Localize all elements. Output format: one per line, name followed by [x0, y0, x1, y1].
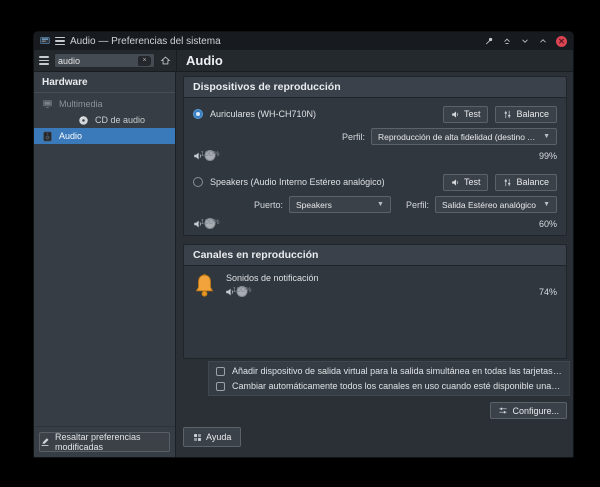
help-button[interactable]: Ayuda: [183, 427, 241, 447]
test-label: Test: [464, 109, 481, 119]
speaker-icon: [451, 178, 460, 187]
speaker-icon: [451, 110, 460, 119]
port-value: Speakers: [296, 200, 332, 210]
sidebar-item-multimedia[interactable]: Multimedia: [34, 96, 175, 112]
profile-select[interactable]: Salida Estéreo analógico ▼: [435, 196, 557, 213]
auto-switch-checkbox[interactable]: [216, 382, 225, 391]
profile-select[interactable]: Reproducción de alta fidelidad (destino …: [371, 128, 557, 145]
search-box[interactable]: ×: [54, 53, 155, 68]
chevron-down-icon: ▼: [377, 201, 384, 208]
toolbar-left: ×: [34, 50, 176, 71]
port-select[interactable]: Speakers ▼: [289, 196, 391, 213]
sidebar-item-label: CD de audio: [95, 115, 145, 125]
balance-button[interactable]: Balance: [495, 106, 557, 123]
add-virtual-device-option[interactable]: Añadir dispositivo de salida virtual par…: [216, 366, 562, 376]
volume-tick: 100%: [200, 217, 219, 226]
configure-label: Configure...: [512, 406, 559, 416]
profile-label: Perfil:: [342, 132, 365, 142]
playback-devices-section: Dispositivos de reproducción Auriculares…: [183, 76, 567, 236]
home-button[interactable]: [160, 55, 171, 66]
system-settings-window: Audio — Preferencias del sistema ✕ ×: [33, 31, 574, 458]
sidebar: Hardware Multimedia CD de audio: [34, 72, 176, 457]
volume-value: 60%: [533, 219, 557, 229]
sidebar-item-label: Multimedia: [59, 99, 103, 109]
minimize-button[interactable]: [520, 36, 530, 46]
main-content: Dispositivos de reproducción Auriculares…: [176, 72, 573, 457]
balance-label: Balance: [516, 177, 549, 187]
window-menu-icon[interactable]: [55, 37, 65, 46]
notification-bell-icon: [193, 273, 217, 300]
add-virtual-device-checkbox[interactable]: [216, 367, 225, 376]
test-button[interactable]: Test: [443, 106, 489, 123]
app-icon: [40, 36, 50, 46]
menu-button[interactable]: [39, 56, 49, 65]
volume-tick: 100%: [200, 149, 219, 158]
balance-sliders-icon: [503, 178, 512, 187]
close-button[interactable]: ✕: [556, 36, 567, 47]
cd-icon: [78, 115, 89, 126]
balance-button[interactable]: Balance: [495, 174, 557, 191]
highlight-modified-button[interactable]: Resaltar preferencias modificadas: [39, 432, 170, 452]
add-virtual-device-label: Añadir dispositivo de salida virtual par…: [232, 366, 562, 376]
channel-label: Sonidos de notificación: [226, 273, 557, 283]
playback-channels-section: Canales en reproducción Sonidos de notif…: [183, 244, 567, 359]
profile-value: Reproducción de alta fidelidad (destino …: [378, 132, 538, 142]
window-controls: ✕: [484, 36, 567, 47]
radio-speakers[interactable]: [193, 177, 203, 187]
device-name: Auriculares (WH-CH710N): [210, 109, 316, 119]
sidebar-item-audio[interactable]: Audio: [34, 128, 175, 144]
playback-channels-title: Canales en reproducción: [184, 245, 566, 266]
toolbar: × Audio: [34, 50, 573, 72]
radio-auriculares[interactable]: [193, 109, 203, 119]
page-title: Audio: [176, 50, 573, 71]
help-grid-icon: [193, 433, 202, 442]
auto-switch-option[interactable]: Cambiar automáticamente todos los canale…: [216, 381, 562, 391]
balance-sliders-icon: [503, 110, 512, 119]
window-title: Audio — Preferencias del sistema: [70, 36, 221, 47]
sidebar-item-cd-audio[interactable]: CD de audio: [34, 112, 175, 128]
titlebar[interactable]: Audio — Preferencias del sistema ✕: [34, 32, 573, 50]
sidebar-section-hardware: Hardware: [34, 72, 175, 93]
keep-above-icon[interactable]: [502, 36, 512, 46]
volume-value: 74%: [533, 287, 557, 297]
profile-label: Perfil:: [406, 200, 429, 210]
highlight-modified-label: Resaltar preferencias modificadas: [55, 432, 169, 452]
playback-devices-title: Dispositivos de reproducción: [184, 77, 566, 98]
maximize-button[interactable]: [538, 36, 548, 46]
chevron-down-icon: ▼: [543, 133, 550, 140]
speaker-box-icon: [42, 131, 53, 142]
search-input[interactable]: [58, 56, 136, 66]
profile-value: Salida Estéreo analógico: [442, 200, 536, 210]
volume-value: 99%: [533, 151, 557, 161]
output-options-panel: Añadir dispositivo de salida virtual par…: [208, 361, 570, 396]
configure-sliders-icon: [498, 406, 508, 415]
clear-search-icon[interactable]: ×: [138, 56, 151, 66]
test-button[interactable]: Test: [443, 174, 489, 191]
device-name: Speakers (Audio Interno Estéreo analógic…: [210, 177, 385, 187]
multimedia-icon: [42, 99, 53, 109]
sidebar-item-label: Audio: [59, 131, 82, 141]
volume-tick: 100%: [232, 285, 251, 294]
test-label: Test: [464, 177, 481, 187]
auto-switch-label: Cambiar automáticamente todos los canale…: [232, 381, 562, 391]
pin-icon[interactable]: [484, 36, 494, 46]
chevron-down-icon: ▼: [543, 201, 550, 208]
configure-button[interactable]: Configure...: [490, 402, 567, 419]
balance-label: Balance: [516, 109, 549, 119]
pen-icon: [40, 437, 50, 447]
help-label: Ayuda: [206, 432, 231, 442]
port-label: Puerto:: [254, 200, 283, 210]
